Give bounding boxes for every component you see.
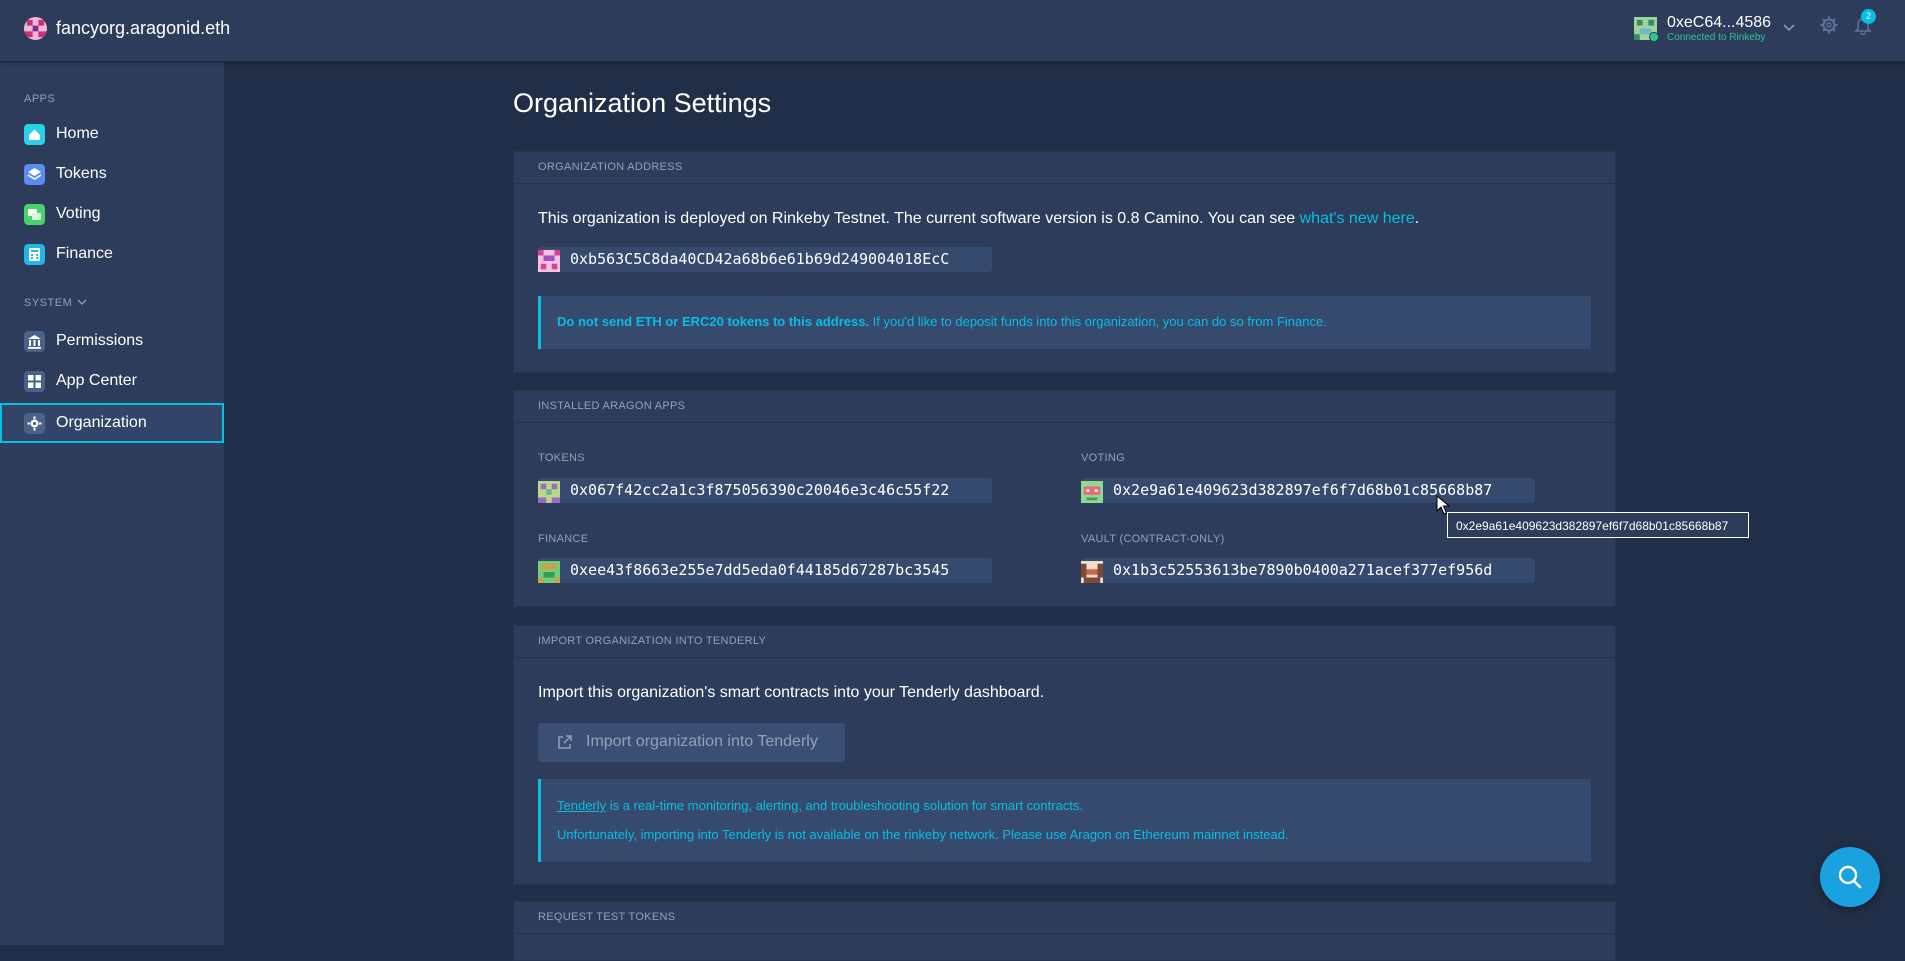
panel-header: REQUEST TEST TOKENS bbox=[538, 911, 676, 923]
sidebar-item-label: App Center bbox=[56, 372, 137, 389]
app-label-tokens: TOKENS bbox=[538, 452, 585, 464]
sidebar-item-voting[interactable]: Voting bbox=[0, 194, 224, 234]
divider bbox=[514, 657, 1615, 658]
sidebar-item-permissions[interactable]: Permissions bbox=[0, 321, 224, 361]
panel-header: ORGANIZATION ADDRESS bbox=[538, 161, 683, 173]
tokens-icon bbox=[24, 164, 45, 185]
finance-address-chip[interactable]: 0xee43f8663e255e7dd5eda0f44185d67287bc35… bbox=[538, 558, 992, 583]
org-address-text: 0xb563C5C8da40CD42a68b6e61b69d249004018E… bbox=[570, 250, 950, 268]
sidebar-item-app-center[interactable]: App Center bbox=[0, 361, 224, 401]
account-avatar[interactable] bbox=[1634, 17, 1659, 42]
deployment-text: This organization is deployed on Rinkeby… bbox=[538, 210, 1419, 228]
org-avatar[interactable] bbox=[24, 17, 47, 40]
warning-bold-text: Do not send ETH or ERC20 tokens to this … bbox=[557, 314, 870, 329]
warning-box: Do not send ETH or ERC20 tokens to this … bbox=[538, 296, 1591, 349]
voting-icon bbox=[24, 204, 45, 225]
finance-address-text: 0xee43f8663e255e7dd5eda0f44185d67287bc35… bbox=[570, 561, 950, 579]
sidebar: APPS Home Tokens Voting Finance SYSTEM P… bbox=[0, 61, 224, 945]
gear-icon[interactable] bbox=[1819, 15, 1839, 35]
import-tenderly-button[interactable]: Import organization into Tenderly bbox=[538, 723, 845, 762]
identicon bbox=[538, 561, 560, 583]
import-button-label: Import organization into Tenderly bbox=[586, 733, 818, 750]
chevron-down-icon[interactable] bbox=[77, 298, 87, 306]
sidebar-item-label: Permissions bbox=[56, 332, 144, 349]
account-address[interactable]: 0xeC64...4586 bbox=[1667, 14, 1771, 32]
deployment-text-end: . bbox=[1414, 210, 1420, 227]
tenderly-info-line1: Tenderly is a real-time monitoring, aler… bbox=[557, 798, 1083, 813]
org-address-chip[interactable]: 0xb563C5C8da40CD42a68b6e61b69d249004018E… bbox=[538, 247, 992, 272]
divider bbox=[514, 183, 1615, 184]
voting-address-chip[interactable]: 0x2e9a61e409623d382897ef6f7d68b01c85668b… bbox=[1081, 478, 1535, 503]
help-search-button[interactable] bbox=[1820, 847, 1880, 907]
vault-address-text: 0x1b3c52553613be7890b0400a271acef377ef95… bbox=[1113, 561, 1493, 579]
warning-rest-text: If you'd like to deposit funds into this… bbox=[869, 314, 1327, 329]
identicon bbox=[1081, 561, 1103, 583]
finance-icon bbox=[24, 244, 45, 265]
vault-address-chip[interactable]: 0x1b3c52553613be7890b0400a271acef377ef95… bbox=[1081, 558, 1535, 583]
tenderly-link[interactable]: Tenderly bbox=[557, 798, 606, 813]
chevron-down-icon[interactable] bbox=[1782, 22, 1796, 32]
tenderly-panel: IMPORT ORGANIZATION INTO TENDERLY Import… bbox=[513, 625, 1616, 885]
app-label-vault: VAULT (CONTRACT-ONLY) bbox=[1081, 533, 1225, 545]
sidebar-item-label: Organization bbox=[56, 414, 147, 431]
apps-section-label: APPS bbox=[24, 93, 56, 105]
page-title: Organization Settings bbox=[513, 88, 772, 118]
deployment-text-start: This organization is deployed on Rinkeby… bbox=[538, 210, 1300, 227]
tenderly-info-line1-rest: is a real-time monitoring, alerting, and… bbox=[606, 798, 1084, 813]
external-link-icon bbox=[558, 735, 572, 749]
sidebar-item-label: Home bbox=[56, 125, 99, 142]
panel-header: IMPORT ORGANIZATION INTO TENDERLY bbox=[538, 635, 767, 647]
system-section-label[interactable]: SYSTEM bbox=[24, 297, 72, 309]
sidebar-item-label: Voting bbox=[56, 205, 101, 222]
home-icon bbox=[24, 124, 45, 145]
sidebar-item-label: Finance bbox=[56, 245, 113, 262]
installed-apps-panel: INSTALLED ARAGON APPS TOKENS 0x067f42cc2… bbox=[513, 390, 1616, 607]
test-tokens-panel: REQUEST TEST TOKENS bbox=[513, 901, 1616, 961]
connected-dot bbox=[1649, 32, 1659, 42]
divider bbox=[514, 422, 1615, 423]
tenderly-info-box: Tenderly is a real-time monitoring, aler… bbox=[538, 779, 1591, 862]
notification-badge: 2 bbox=[1861, 9, 1876, 24]
tooltip-text: 0x2e9a61e409623d382897ef6f7d68b01c85668b… bbox=[1456, 519, 1729, 533]
address-tooltip: 0x2e9a61e409623d382897ef6f7d68b01c85668b… bbox=[1447, 512, 1749, 538]
divider bbox=[514, 933, 1615, 934]
identicon bbox=[538, 250, 560, 272]
org-address-panel: ORGANIZATION ADDRESS This organization i… bbox=[513, 151, 1616, 373]
identicon bbox=[538, 481, 560, 503]
account-status: Connected to Rinkeby bbox=[1667, 32, 1766, 43]
tenderly-description: Import this organization's smart contrac… bbox=[538, 684, 1045, 701]
app-label-voting: VOTING bbox=[1081, 452, 1125, 464]
gear-icon bbox=[24, 413, 45, 434]
warning-text: Do not send ETH or ERC20 tokens to this … bbox=[557, 314, 1327, 329]
mouse-cursor-icon bbox=[1436, 495, 1450, 515]
tokens-address-text: 0x067f42cc2a1c3f875056390c20046e3c46c55f… bbox=[570, 481, 950, 499]
whats-new-link[interactable]: what's new here bbox=[1300, 210, 1415, 227]
identicon bbox=[1081, 481, 1103, 503]
top-bar: fancyorg.aragonid.eth 0xeC64...4586 Conn… bbox=[0, 0, 1905, 61]
sidebar-item-finance[interactable]: Finance bbox=[0, 234, 224, 274]
permissions-icon bbox=[24, 331, 45, 352]
sidebar-item-label: Tokens bbox=[56, 165, 107, 182]
panel-header: INSTALLED ARAGON APPS bbox=[538, 400, 686, 412]
sidebar-item-tokens[interactable]: Tokens bbox=[0, 154, 224, 194]
org-name[interactable]: fancyorg.aragonid.eth bbox=[56, 18, 230, 39]
sidebar-item-organization[interactable]: Organization bbox=[0, 403, 224, 443]
tokens-address-chip[interactable]: 0x067f42cc2a1c3f875056390c20046e3c46c55f… bbox=[538, 478, 992, 503]
app-label-finance: FINANCE bbox=[538, 533, 589, 545]
tenderly-info-line2: Unfortunately, importing into Tenderly i… bbox=[557, 827, 1289, 842]
search-icon bbox=[1838, 865, 1862, 889]
app-center-icon bbox=[24, 371, 45, 392]
sidebar-item-home[interactable]: Home bbox=[0, 114, 224, 154]
